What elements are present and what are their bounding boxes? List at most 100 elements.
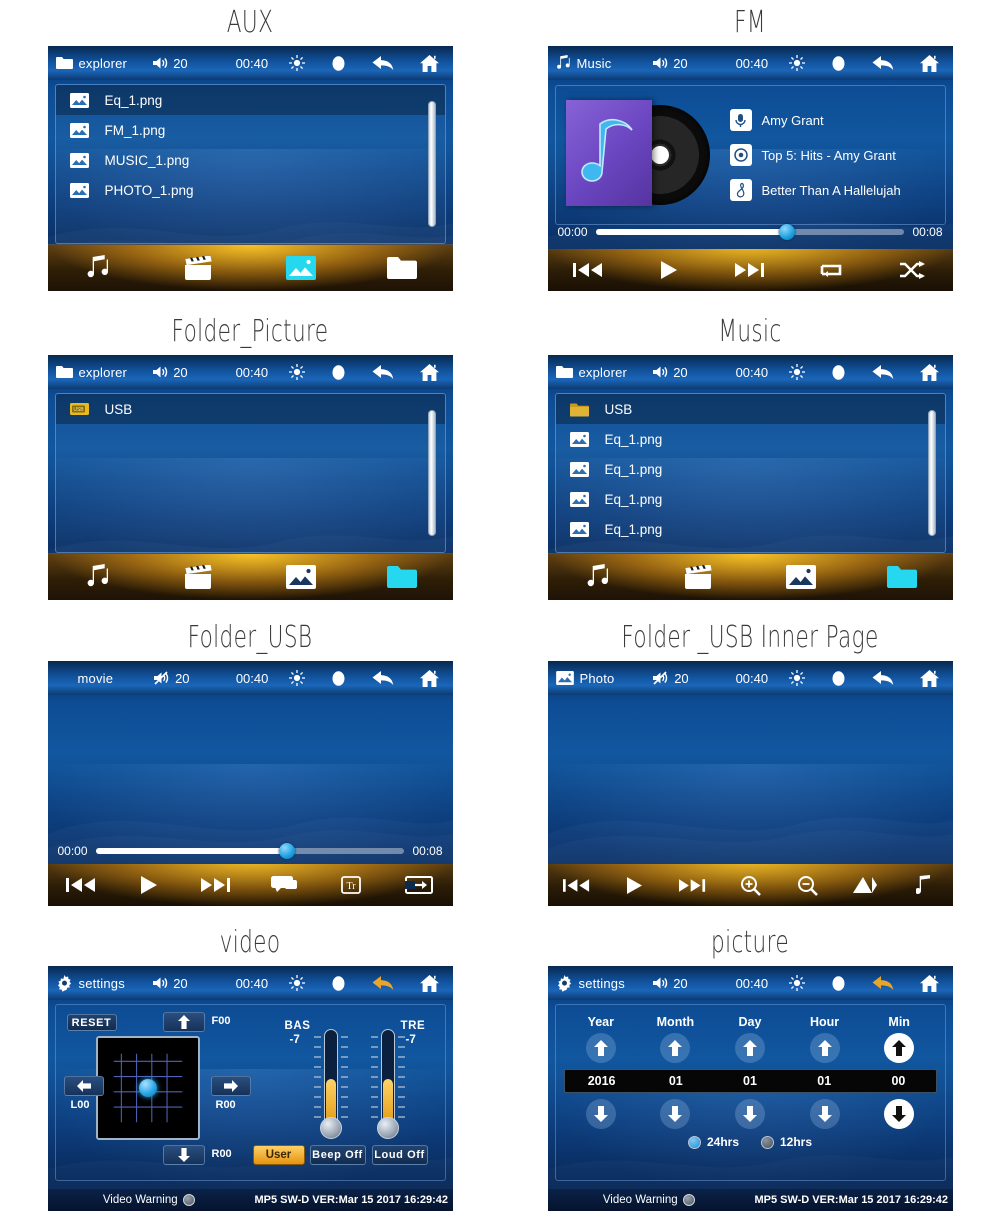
list-item[interactable]: USB USB [55, 394, 445, 424]
header-title-group[interactable]: movie [56, 671, 155, 686]
next-button[interactable] [663, 878, 721, 893]
fader-pad[interactable] [95, 1036, 200, 1140]
fader-position-dot[interactable] [138, 1079, 157, 1097]
volume-indicator[interactable]: 20 [653, 365, 715, 380]
list-item[interactable]: Eq_1.png [55, 85, 445, 115]
back-arrow-icon[interactable] [372, 364, 394, 380]
record-dot-icon[interactable] [831, 670, 846, 687]
scrollbar[interactable] [427, 410, 436, 536]
day-decrement-button[interactable] [734, 1099, 765, 1129]
fader-right-button[interactable] [210, 1076, 251, 1096]
list-item[interactable]: Eq_1.png [556, 424, 945, 454]
min-decrement-button[interactable] [884, 1099, 915, 1129]
header-title-group[interactable]: explorer [55, 56, 154, 71]
record-dot-icon[interactable] [331, 364, 346, 381]
sidebar-item-folder[interactable] [851, 566, 952, 588]
file-list[interactable]: USB Eq_1.png Eq_1.png Eq_1.png Eq_1.png [554, 393, 946, 553]
record-dot-icon[interactable] [831, 55, 846, 72]
record-dot-icon[interactable] [831, 364, 846, 381]
home-icon[interactable] [919, 54, 939, 72]
shuffle-button[interactable] [872, 261, 953, 279]
list-item[interactable]: Eq_1.png [556, 454, 945, 484]
sidebar-item-photo[interactable] [250, 256, 351, 280]
volume-indicator[interactable]: 20 [653, 56, 715, 71]
fader-rear-button[interactable] [162, 1145, 205, 1165]
sidebar-item-folder[interactable] [351, 257, 452, 279]
sidebar-item-movie[interactable] [649, 565, 750, 589]
music-button[interactable] [895, 875, 953, 895]
screen-output-button[interactable] [385, 876, 453, 894]
home-icon[interactable] [919, 669, 939, 687]
beep-toggle-button[interactable]: Beep Off [309, 1145, 366, 1165]
back-arrow-icon[interactable] [372, 55, 394, 71]
sun-icon[interactable] [788, 975, 805, 991]
record-dot-icon[interactable] [831, 975, 846, 992]
rotate-button[interactable] [837, 876, 895, 894]
back-arrow-icon[interactable] [872, 55, 894, 71]
home-icon[interactable] [419, 54, 439, 72]
treble-slider-track[interactable] [380, 1029, 395, 1127]
list-item[interactable]: USB [555, 394, 945, 424]
video-warning-group[interactable]: Video Warning [548, 1194, 751, 1206]
radio-24hrs-indicator[interactable] [687, 1135, 701, 1149]
back-arrow-icon[interactable] [872, 975, 894, 991]
list-item[interactable]: PHOTO_1.png [56, 175, 445, 205]
seek-bar[interactable] [95, 843, 405, 859]
volume-indicator[interactable]: 20 [153, 976, 215, 991]
sun-icon[interactable] [788, 55, 805, 71]
seek-knob[interactable] [779, 224, 796, 240]
video-warning-group[interactable]: Video Warning [48, 1194, 251, 1206]
month-increment-button[interactable] [660, 1033, 691, 1063]
back-arrow-icon[interactable] [872, 670, 894, 686]
record-dot-icon[interactable] [331, 670, 346, 687]
month-decrement-button[interactable] [660, 1099, 691, 1129]
volume-indicator[interactable]: 20 [653, 671, 715, 686]
hour-increment-button[interactable] [809, 1033, 840, 1063]
sidebar-item-music[interactable] [48, 564, 149, 590]
home-icon[interactable] [419, 974, 439, 992]
header-title-group[interactable]: Music [556, 55, 654, 71]
video-warning-toggle[interactable] [182, 1194, 195, 1206]
file-list[interactable]: USB USB [54, 393, 446, 553]
radio-24hrs[interactable]: 24hrs [687, 1135, 739, 1149]
scrollbar[interactable] [427, 101, 436, 227]
subtitle-button[interactable] [250, 876, 318, 894]
radio-12hrs-indicator[interactable] [761, 1135, 774, 1149]
sun-icon[interactable] [288, 55, 305, 71]
play-button[interactable] [115, 876, 183, 894]
video-warning-toggle[interactable] [682, 1194, 695, 1206]
year-decrement-button[interactable] [585, 1099, 616, 1129]
list-item[interactable]: MUSIC_1.png [56, 145, 445, 175]
sidebar-item-movie[interactable] [149, 256, 250, 280]
year-increment-button[interactable] [585, 1033, 616, 1063]
reset-button[interactable]: RESET [66, 1014, 117, 1031]
scrollbar[interactable] [927, 410, 936, 536]
sidebar-item-folder[interactable] [351, 566, 452, 588]
min-increment-button[interactable] [884, 1033, 915, 1063]
sun-icon[interactable] [288, 364, 305, 380]
sun-icon[interactable] [288, 670, 305, 686]
sidebar-item-photo[interactable] [750, 565, 851, 589]
previous-button[interactable] [48, 877, 116, 893]
volume-indicator[interactable]: 20 [153, 56, 215, 71]
list-item[interactable]: Eq_1.png [556, 514, 945, 544]
radio-12hrs[interactable]: 12hrs [761, 1135, 812, 1149]
sidebar-item-movie[interactable] [149, 565, 250, 589]
sidebar-item-music[interactable] [48, 255, 149, 281]
file-list[interactable]: Eq_1.png FM_1.png MUSIC_1.png PHOTO_1.pn… [54, 84, 446, 244]
sun-icon[interactable] [788, 364, 805, 380]
hour-decrement-button[interactable] [809, 1099, 840, 1129]
back-arrow-icon[interactable] [372, 975, 394, 991]
volume-indicator[interactable]: 20 [154, 671, 216, 686]
header-title-group[interactable]: explorer [555, 365, 654, 380]
previous-button[interactable] [548, 262, 629, 278]
list-item[interactable]: FM_1.png [56, 115, 445, 145]
day-increment-button[interactable] [734, 1033, 765, 1063]
back-arrow-icon[interactable] [872, 364, 894, 380]
play-button[interactable] [629, 261, 710, 279]
loud-toggle-button[interactable]: Loud Off [371, 1145, 428, 1165]
home-icon[interactable] [919, 363, 939, 381]
home-icon[interactable] [419, 363, 439, 381]
text-track-button[interactable]: Tr [318, 876, 386, 894]
sidebar-item-photo[interactable] [250, 565, 351, 589]
